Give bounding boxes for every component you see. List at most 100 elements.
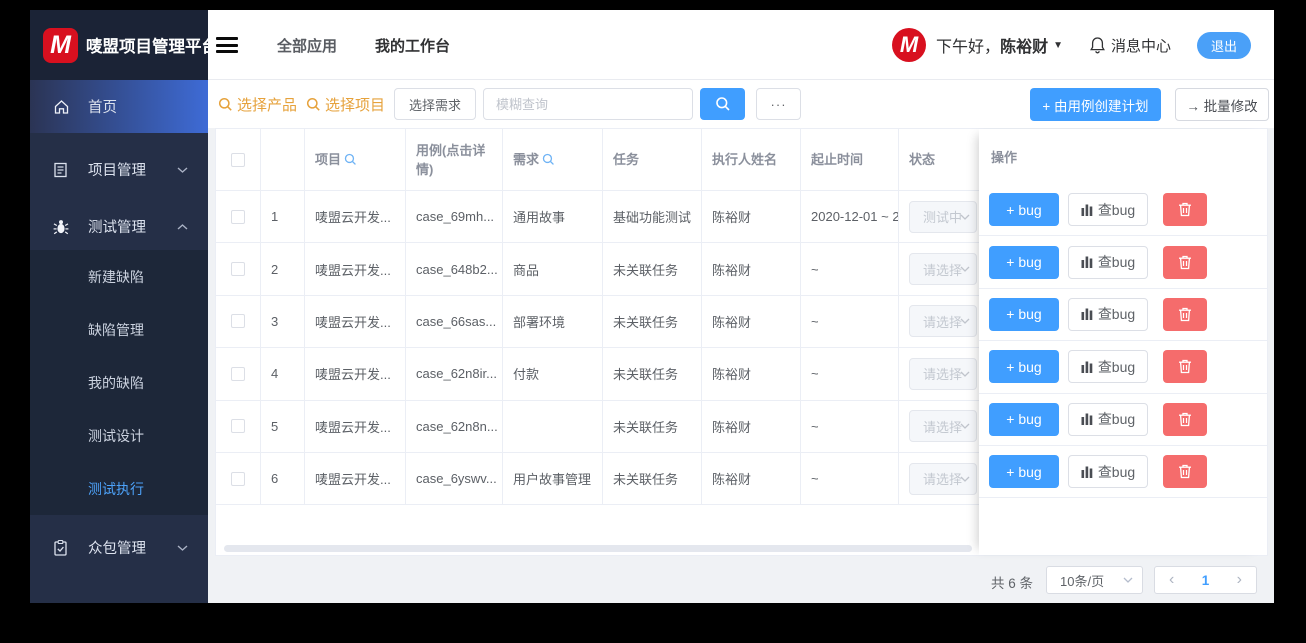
select-all-checkbox[interactable] bbox=[231, 152, 245, 167]
row-checkbox[interactable] bbox=[231, 314, 245, 329]
sidebar-item-test-management[interactable]: 测试管理 bbox=[30, 200, 208, 253]
trash-icon bbox=[1179, 412, 1191, 426]
add-bug-button[interactable]: + bug bbox=[989, 455, 1059, 489]
action-row: + bug 查bug bbox=[979, 289, 1267, 342]
nav-all-apps[interactable]: 全部应用 bbox=[277, 35, 337, 56]
filter-group: 选择产品 选择项目 选择需求 ··· bbox=[218, 88, 802, 120]
document-icon bbox=[53, 162, 68, 178]
page-size-select[interactable]: 10条/页 bbox=[1046, 566, 1143, 594]
search-icon[interactable] bbox=[542, 153, 555, 166]
page-number-1[interactable]: 1 bbox=[1202, 573, 1210, 588]
app-title: 唛盟项目管理平台 bbox=[86, 38, 218, 56]
sidebar-item-defect-management[interactable]: 缺陷管理 bbox=[30, 303, 208, 356]
sidebar-item-test-design[interactable]: 测试设计 bbox=[30, 409, 208, 462]
case-link[interactable]: case_6yswv... bbox=[406, 452, 503, 505]
sidebar-item-new-defect[interactable]: 新建缺陷 bbox=[30, 250, 208, 303]
row-checkbox[interactable] bbox=[231, 366, 245, 381]
create-plan-from-case-button[interactable]: + 由用例创建计划 bbox=[1030, 88, 1161, 121]
view-bug-button[interactable]: 查bug bbox=[1068, 245, 1148, 279]
fuzzy-search-input[interactable] bbox=[483, 88, 694, 120]
view-bug-button[interactable]: 查bug bbox=[1068, 350, 1148, 384]
clipboard-check-icon bbox=[53, 539, 68, 556]
view-bug-button[interactable]: 查bug bbox=[1068, 402, 1148, 436]
case-link[interactable]: case_66sas... bbox=[406, 295, 503, 348]
nav-my-workbench[interactable]: 我的工作台 bbox=[375, 35, 450, 56]
select-product-link[interactable]: 选择产品 bbox=[218, 94, 297, 115]
select-requirement-button[interactable]: 选择需求 bbox=[394, 88, 477, 120]
sidebar-item-crowdsourcing[interactable]: 众包管理 bbox=[30, 521, 208, 574]
more-filters-button[interactable]: ··· bbox=[756, 88, 802, 120]
hamburger-menu-icon[interactable] bbox=[216, 37, 238, 53]
horizontal-scrollbar[interactable] bbox=[224, 545, 972, 552]
sidebar-item-label: 测试管理 bbox=[88, 220, 146, 236]
view-bug-button[interactable]: 查bug bbox=[1068, 297, 1148, 331]
app-window: M 唛盟项目管理平台 全部应用 我的工作台 M 下午好，陈裕财 ▼ 消息中心 退… bbox=[30, 10, 1274, 603]
add-bug-button[interactable]: + bug bbox=[989, 245, 1059, 279]
add-bug-button[interactable]: + bug bbox=[989, 350, 1059, 384]
column-project: 项目 bbox=[305, 129, 406, 190]
case-link[interactable]: case_648b2... bbox=[406, 243, 503, 295]
delete-button[interactable] bbox=[1163, 402, 1207, 436]
greeting-text: 下午好， bbox=[936, 39, 1001, 56]
chevron-down-icon[interactable]: ▼ bbox=[1053, 40, 1063, 51]
bar-chart-icon bbox=[1081, 361, 1093, 373]
chevron-down-icon bbox=[960, 423, 970, 430]
bell-icon[interactable] bbox=[1089, 36, 1106, 54]
column-actions: 操作 bbox=[991, 150, 1018, 165]
select-project-link[interactable]: 选择项目 bbox=[306, 94, 385, 115]
user-name: 陈裕财 bbox=[1000, 39, 1049, 56]
view-bug-button[interactable]: 查bug bbox=[1068, 455, 1148, 489]
case-link[interactable]: case_62n8ir... bbox=[406, 348, 503, 400]
search-button[interactable] bbox=[700, 88, 746, 120]
add-bug-button[interactable]: + bug bbox=[989, 193, 1059, 227]
top-bar: M 唛盟项目管理平台 全部应用 我的工作台 M 下午好，陈裕财 ▼ 消息中心 退… bbox=[30, 10, 1274, 80]
trash-icon bbox=[1179, 203, 1191, 217]
logout-button[interactable]: 退出 bbox=[1197, 31, 1251, 59]
sidebar-item-test-execution[interactable]: 测试执行 bbox=[30, 462, 208, 515]
total-count-label: 共 6 条 bbox=[991, 576, 1034, 591]
delete-button[interactable] bbox=[1163, 455, 1207, 489]
delete-button[interactable] bbox=[1163, 245, 1207, 279]
batch-edit-button[interactable]: → 批量修改 bbox=[1175, 88, 1269, 121]
case-link[interactable]: case_69mh... bbox=[406, 191, 503, 243]
status-select[interactable]: 测试中 bbox=[909, 200, 977, 233]
search-icon bbox=[306, 97, 320, 111]
add-bug-button[interactable]: + bug bbox=[989, 297, 1059, 331]
sidebar: 首页 项目管理 测试管理 新建缺陷 缺陷管理 我的缺陷 测试设计 测试执行 众包… bbox=[30, 80, 208, 603]
action-row: + bug 查bug bbox=[979, 236, 1267, 289]
chevron-up-icon bbox=[177, 223, 188, 230]
sidebar-item-statistics[interactable]: 数据统计 bbox=[30, 595, 208, 603]
row-checkbox[interactable] bbox=[231, 419, 245, 434]
chevron-down-icon bbox=[960, 318, 970, 325]
sidebar-item-home[interactable]: 首页 bbox=[30, 80, 208, 133]
avatar[interactable]: M bbox=[892, 28, 927, 62]
status-select[interactable]: 请选择 bbox=[909, 462, 977, 495]
row-checkbox[interactable] bbox=[231, 471, 245, 486]
next-page-button[interactable]: › bbox=[1237, 572, 1242, 588]
search-icon[interactable] bbox=[344, 153, 357, 166]
row-checkbox[interactable] bbox=[231, 209, 245, 224]
view-bug-button[interactable]: 查bug bbox=[1068, 193, 1148, 227]
add-bug-button[interactable]: + bug bbox=[989, 402, 1059, 436]
status-select[interactable]: 请选择 bbox=[909, 253, 977, 286]
delete-button[interactable] bbox=[1163, 193, 1207, 227]
case-link[interactable]: case_62n8n... bbox=[406, 400, 503, 452]
sidebar-item-projects[interactable]: 项目管理 bbox=[30, 143, 208, 196]
action-row: + bug 查bug bbox=[979, 184, 1267, 237]
bar-chart-icon bbox=[1081, 413, 1093, 426]
status-select[interactable]: 请选择 bbox=[909, 357, 977, 390]
bar-chart-icon bbox=[1081, 204, 1093, 216]
status-select[interactable]: 请选择 bbox=[909, 305, 977, 338]
action-row: + bug 查bug bbox=[979, 341, 1267, 394]
sidebar-item-my-defects[interactable]: 我的缺陷 bbox=[30, 356, 208, 409]
user-greeting[interactable]: 下午好，陈裕财 bbox=[936, 33, 1048, 57]
bug-icon bbox=[53, 218, 69, 235]
status-select[interactable]: 请选择 bbox=[909, 410, 977, 443]
chevron-down-icon bbox=[177, 166, 188, 173]
message-center-link[interactable]: 消息中心 bbox=[1111, 35, 1171, 56]
chevron-down-icon bbox=[177, 544, 188, 551]
delete-button[interactable] bbox=[1163, 297, 1207, 331]
row-checkbox[interactable] bbox=[231, 262, 245, 277]
delete-button[interactable] bbox=[1163, 350, 1207, 384]
prev-page-button[interactable]: ‹ bbox=[1169, 572, 1174, 588]
